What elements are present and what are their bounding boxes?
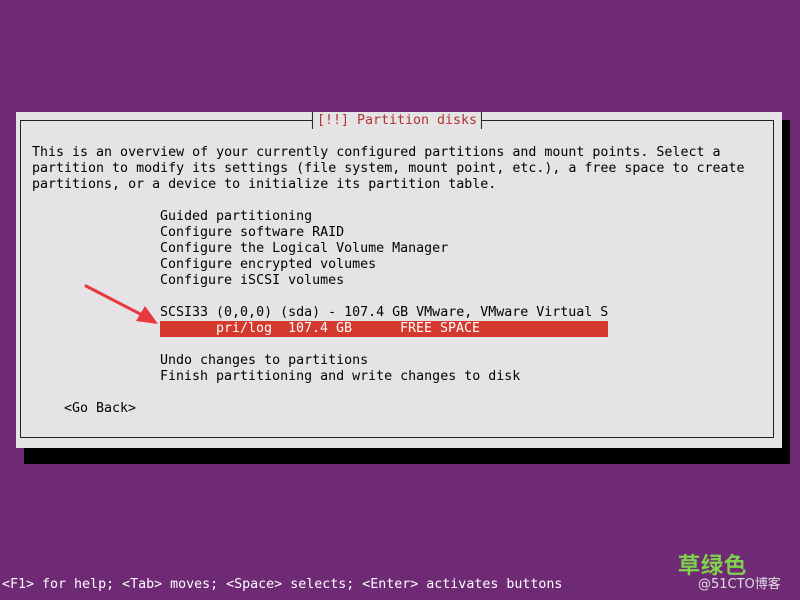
description-line-2: partition to modify its settings (file s… — [32, 161, 745, 176]
free-space-label: FREE SPACE — [400, 321, 481, 336]
menu-item-guided-partitioning[interactable]: Guided partitioning — [160, 209, 312, 225]
partition-disks-dialog: [!!] Partition disks This is an overview… — [16, 112, 782, 448]
dialog-title-text: [!!] Partition disks — [316, 113, 478, 128]
free-space-type: pri/log — [216, 321, 273, 336]
menu-item-configure-iscsi-volumes[interactable]: Configure iSCSI volumes — [160, 273, 344, 289]
dialog-title: [!!] Partition disks — [311, 112, 483, 129]
description-line-3: partitions, or a device to initialize it… — [32, 177, 497, 192]
menu-item-configure-encrypted-volumes[interactable]: Configure encrypted volumes — [160, 257, 376, 273]
menu-item-finish-partitioning[interactable]: Finish partitioning and write changes to… — [160, 369, 520, 385]
menu-item-configure-software-raid[interactable]: Configure software RAID — [160, 225, 344, 241]
menu-item-undo-changes[interactable]: Undo changes to partitions — [160, 353, 368, 369]
free-space-size: 107.4 GB — [288, 321, 353, 336]
description-line-1: This is an overview of your currently co… — [32, 145, 721, 160]
menu-item-disk-sda[interactable]: SCSI33 (0,0,0) (sda) - 107.4 GB VMware, … — [160, 305, 608, 321]
menu-item-configure-lvm[interactable]: Configure the Logical Volume Manager — [160, 241, 448, 257]
menu-item-free-space-selected[interactable]: pri/log 107.4 GB FREE SPACE — [160, 321, 608, 337]
go-back-button[interactable]: <Go Back> — [64, 401, 136, 417]
watermark-site-text: @51CTO博客 — [698, 577, 781, 592]
